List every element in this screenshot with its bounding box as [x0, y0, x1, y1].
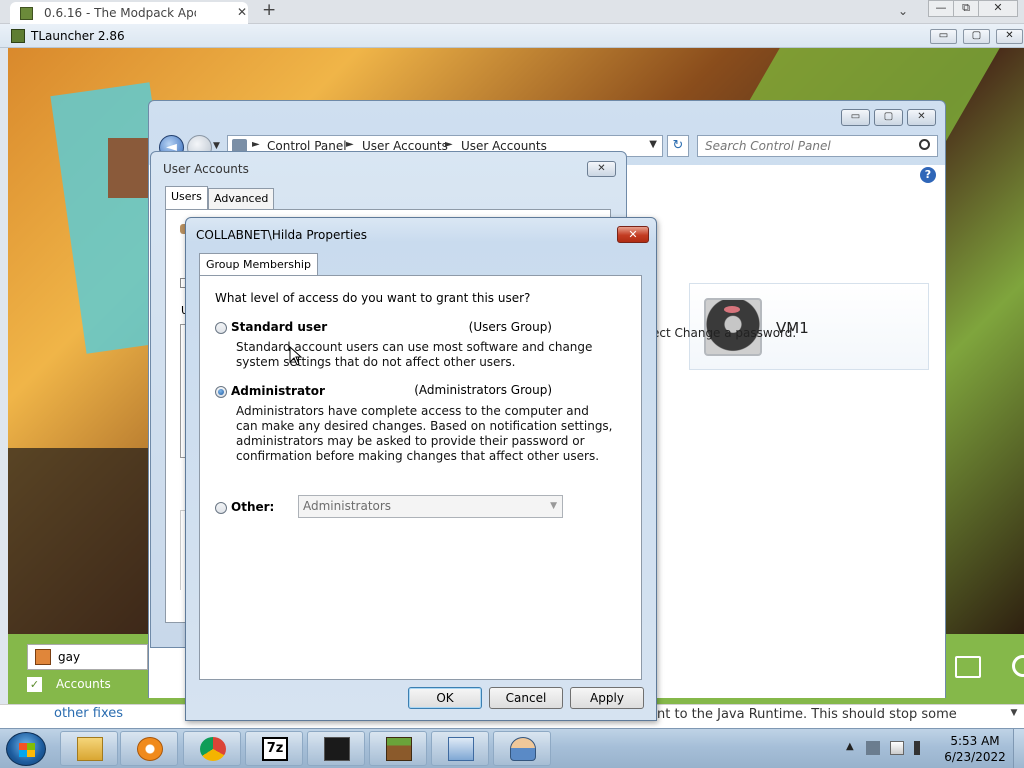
tab-users[interactable]: Users	[165, 186, 208, 209]
refresh-icon[interactable]: ↻	[667, 135, 689, 157]
users-group-label: (Users Group)	[468, 320, 552, 334]
properties-close-button[interactable]: ✕	[617, 226, 649, 243]
browser-close-button[interactable]: ✕	[978, 0, 1018, 17]
other-fixes-link[interactable]: other fixes	[54, 706, 123, 721]
tlauncher-titlebar[interactable]: TLauncher 2.86 ▭ ▢ ✕	[0, 24, 1024, 48]
show-desktop-button[interactable]	[1013, 729, 1024, 768]
browser-tab-close-icon[interactable]: ✕	[237, 5, 247, 19]
other-group-select[interactable]: Administrators ▼	[298, 495, 563, 518]
administrator-desc-line3: administrators may be asked to provide t…	[236, 434, 585, 448]
standard-user-desc-line2: system settings that do not affect other…	[236, 355, 516, 369]
tlauncher-minimize-button[interactable]: ▭	[930, 29, 957, 44]
other-group-select-value: Administrators	[303, 499, 392, 513]
taskbar-chrome-button[interactable]	[183, 731, 241, 766]
taskbar-control-panel-button[interactable]	[431, 731, 489, 766]
network-icon[interactable]	[890, 741, 904, 755]
apply-button[interactable]: Apply	[570, 687, 644, 709]
tlauncher-username-field[interactable]: gay	[27, 644, 148, 670]
hilda-properties-dialog: COLLABNET\Hilda Properties ✕ Group Membe…	[185, 217, 657, 721]
minecraft-icon	[386, 737, 412, 761]
breadcrumb-separator-icon[interactable]: ►	[445, 139, 453, 150]
administrator-desc-line4: confirmation before making changes that …	[236, 449, 600, 463]
clock-date[interactable]: 6/23/2022	[940, 750, 1010, 764]
tlauncher-title: TLauncher 2.86	[31, 29, 125, 43]
dark-blocks	[8, 448, 158, 634]
7zip-icon: 7z	[262, 737, 288, 761]
administrator-radio[interactable]	[215, 386, 227, 398]
cp-close-button[interactable]: ✕	[907, 109, 936, 126]
browser-restore-button[interactable]: ⧉	[953, 0, 979, 17]
access-level-question: What level of access do you want to gran…	[215, 291, 531, 305]
user-avatar-icon	[35, 649, 51, 665]
clock-time[interactable]: 5:53 AM	[940, 734, 1010, 748]
browser-tab-strip: 0.6.16 - The Modpack Apocalypse ✕ + ⌄ — …	[0, 0, 1024, 24]
user-accounts-title: User Accounts	[163, 162, 249, 176]
user-accounts-icon	[510, 737, 536, 761]
tab-advanced[interactable]: Advanced	[208, 188, 275, 209]
tlauncher-app-icon	[11, 29, 25, 43]
ok-button[interactable]: OK	[408, 687, 482, 709]
cmd-icon	[324, 737, 350, 761]
administrator-desc-line2: can make any desired changes. Based on n…	[236, 419, 613, 433]
standard-user-label[interactable]: Standard user	[231, 320, 327, 334]
group-membership-panel: What level of access do you want to gran…	[199, 275, 642, 680]
mouse-cursor-icon	[289, 346, 303, 366]
show-hidden-icons-button[interactable]: ▲	[846, 741, 854, 752]
tab-group-membership[interactable]: Group Membership	[199, 253, 318, 276]
administrator-label[interactable]: Administrator	[231, 384, 325, 398]
browser-tab-title: 0.6.16 - The Modpack Apocalypse	[44, 6, 196, 20]
other-label[interactable]: Other:	[231, 500, 274, 514]
start-button[interactable]	[6, 732, 46, 766]
cp-restore-button[interactable]: ▢	[874, 109, 903, 126]
change-password-instruction: ect Change a password.	[652, 326, 797, 340]
history-dropdown-icon[interactable]: ▼	[213, 141, 220, 151]
action-center-icon[interactable]	[866, 741, 880, 755]
minecraft-favicon-icon	[20, 7, 33, 20]
help-icon[interactable]: ?	[920, 167, 936, 183]
taskbar-7zip-button[interactable]: 7z	[245, 731, 303, 766]
standard-user-radio[interactable]	[215, 322, 227, 334]
browser-tab[interactable]: 0.6.16 - The Modpack Apocalypse ✕	[10, 2, 248, 24]
scroll-down-icon[interactable]: ▼	[1007, 708, 1021, 728]
media-player-icon	[137, 737, 163, 761]
taskbar-explorer-button[interactable]	[60, 731, 118, 766]
control-panel-icon	[448, 737, 474, 761]
breadcrumb-separator-icon[interactable]: ►	[252, 139, 260, 150]
taskbar-minecraft-button[interactable]	[369, 731, 427, 766]
search-control-panel-input[interactable]	[697, 135, 938, 157]
folder-icon[interactable]	[955, 656, 981, 678]
breadcrumb-separator-icon[interactable]: ►	[346, 139, 354, 150]
browser-minimize-button[interactable]: —	[928, 0, 954, 17]
tlauncher-restore-button[interactable]: ▢	[963, 29, 990, 44]
search-icon[interactable]	[919, 139, 930, 150]
volume-icon[interactable]	[914, 741, 924, 755]
other-radio[interactable]	[215, 502, 227, 514]
tlauncher-close-button[interactable]: ✕	[996, 29, 1023, 44]
new-tab-button[interactable]: +	[262, 0, 276, 20]
windows-logo-icon	[19, 743, 35, 757]
page-paragraph-fragment: nt to the Java Runtime. This should stop…	[657, 707, 957, 722]
cancel-button[interactable]: Cancel	[489, 687, 563, 709]
tab-search-chevron-icon[interactable]: ⌄	[898, 4, 908, 18]
chrome-icon	[200, 737, 226, 761]
tlauncher-username: gay	[58, 650, 81, 664]
taskbar-media-player-button[interactable]	[120, 731, 178, 766]
taskbar-cmd-button[interactable]	[307, 731, 365, 766]
properties-title: COLLABNET\Hilda Properties	[196, 228, 367, 242]
administrator-desc-line1: Administrators have complete access to t…	[236, 404, 589, 418]
administrators-group-label: (Administrators Group)	[414, 383, 552, 397]
cp-minimize-button[interactable]: ▭	[841, 109, 870, 126]
windows-taskbar: 7z ▲ 5:53 AM 6/23/2022	[0, 728, 1024, 768]
accounts-label: Accounts	[56, 677, 111, 691]
taskbar-user-accounts-button[interactable]	[493, 731, 551, 766]
tlauncher-accounts-toggle[interactable]: ✓ Accounts	[27, 676, 147, 694]
address-dropdown-icon[interactable]: ▼	[649, 139, 657, 150]
user-accounts-close-button[interactable]: ✕	[587, 161, 616, 177]
accounts-checkbox[interactable]: ✓	[27, 677, 42, 692]
chevron-down-icon: ▼	[550, 501, 557, 511]
windows-explorer-icon	[77, 737, 103, 761]
